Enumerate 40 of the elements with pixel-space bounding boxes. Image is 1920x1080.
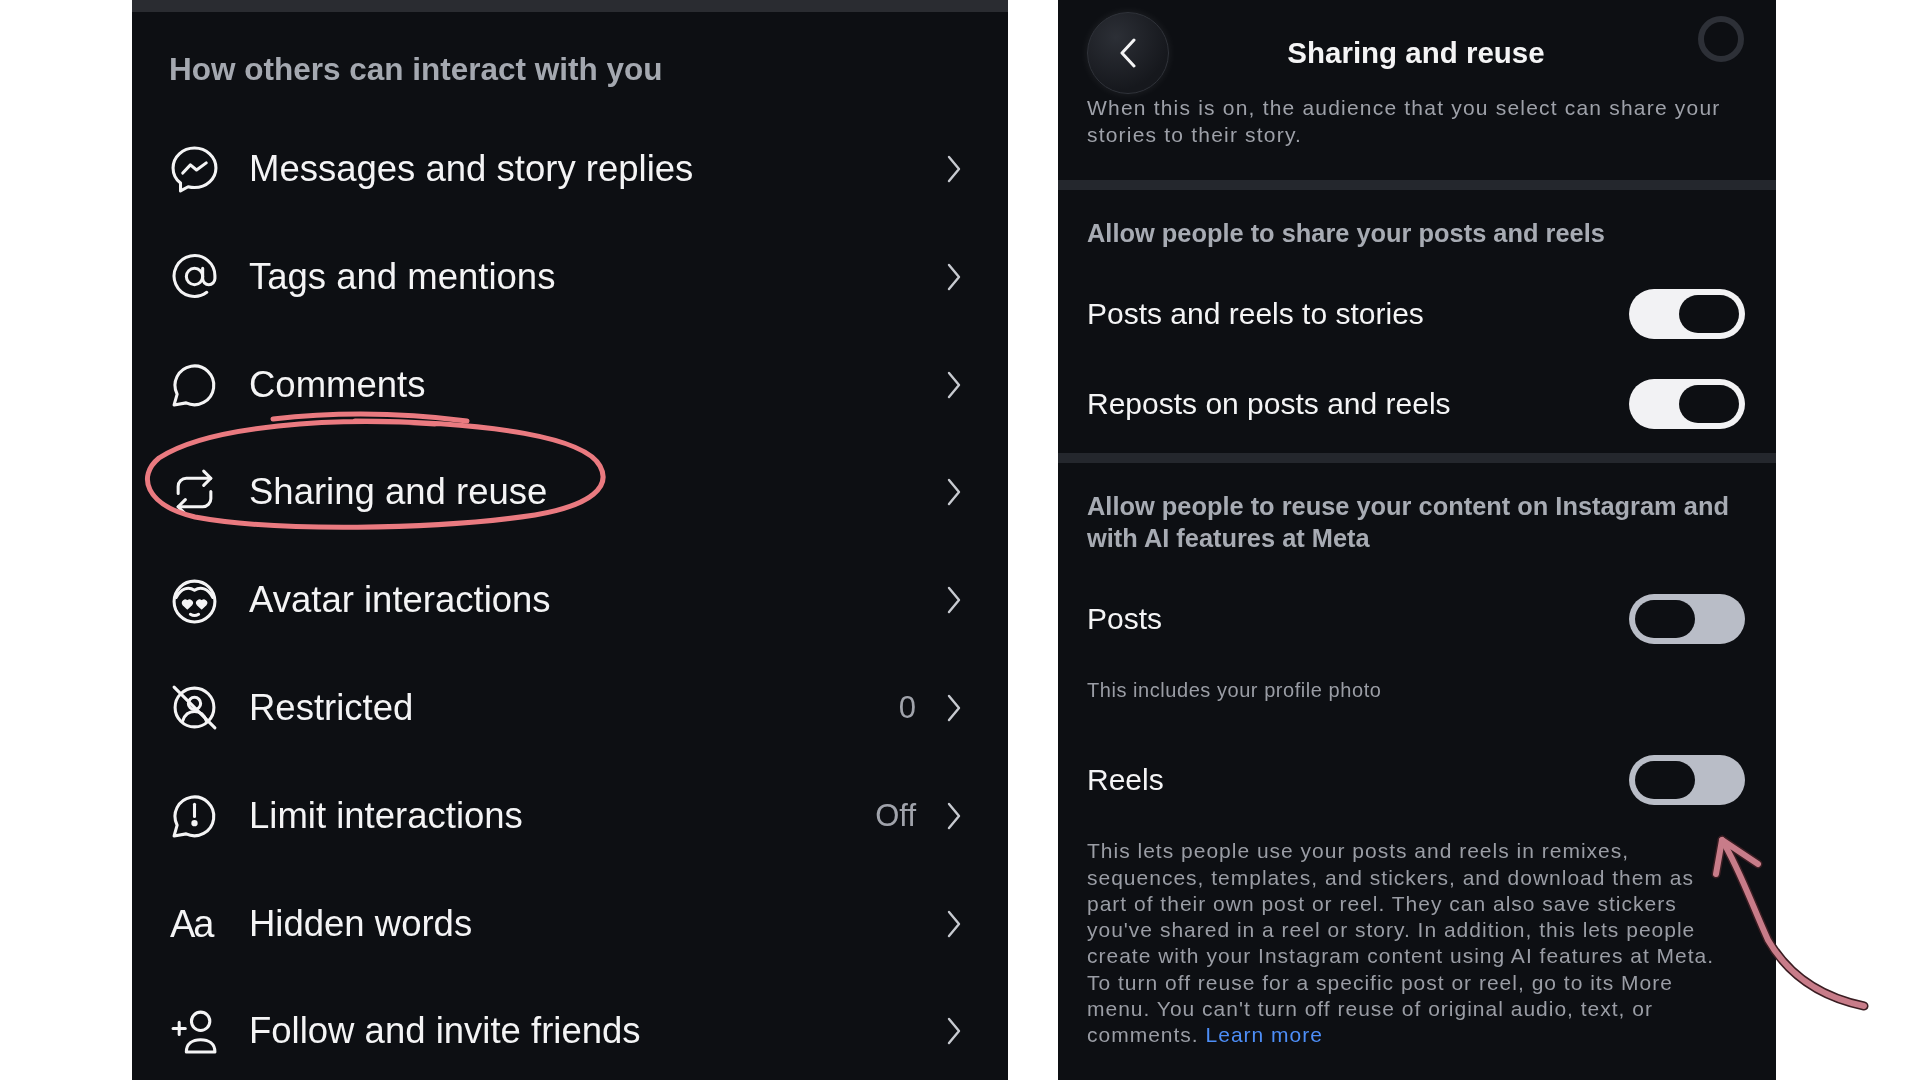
chevron-right-icon <box>946 262 962 291</box>
menu-row[interactable]: Messages and story replies <box>132 121 1008 217</box>
chat-bubble-bolt-icon <box>170 144 219 194</box>
toggle-label: Reels <box>1087 763 1164 798</box>
list-heading: How others can interact with you <box>169 50 664 88</box>
menu-row[interactable]: Tags and mentions <box>132 228 1008 325</box>
description-text: When this is on, the audience that you select can share your stories to their story. <box>1086 95 1722 148</box>
menu-row[interactable]: Sharing and reuse <box>132 444 1008 541</box>
toggle-switch[interactable] <box>1629 594 1745 644</box>
hint-text: This includes your profile photo <box>1087 678 1383 703</box>
learn-more-link[interactable]: Learn more <box>1205 1023 1323 1047</box>
chevron-right-icon <box>946 909 962 938</box>
text-glyph-icon: Aa <box>170 901 219 946</box>
row-value: 0 <box>898 690 916 726</box>
toggle-label: Posts and reels to stories <box>1087 297 1424 331</box>
screen-title: Sharing and reuse <box>1286 36 1546 70</box>
menu-row[interactable]: Limit interactions Off <box>132 767 1008 864</box>
menu-row[interactable]: Comments <box>132 336 1008 433</box>
chevron-right-icon <box>946 586 962 615</box>
section-heading: Allow people to reuse your content on Instagram and with AI features at Meta <box>1087 491 1730 554</box>
chevron-right-icon <box>946 1017 962 1046</box>
ring-icon <box>1697 15 1745 63</box>
chevron-right-icon <box>946 694 962 722</box>
menu-row[interactable]: Aa Hidden words <box>132 875 1008 972</box>
chevron-right-icon <box>946 478 962 507</box>
toggle-switch[interactable] <box>1629 755 1745 806</box>
toggle-switch[interactable] <box>1629 379 1745 429</box>
chevron-left-icon <box>1119 38 1137 68</box>
hint-text: This lets people use your posts and reels in remixes, sequences, templates, and stickers, and download them as part of their own post or reel. They can also save stickers you've shared in a reel or story. In addition, this lets people create with your Instagram content using AI features at Meta. To turn off reuse for a specific post or reel, go to its More menu. You can't turn off reuse of original audio, text, or comments. Learn more <box>1087 838 1716 1049</box>
menu-row[interactable]: Avatar interactions <box>132 552 1008 649</box>
chevron-right-icon <box>946 801 962 830</box>
chevron-right-icon <box>946 370 962 399</box>
toggle-label: Posts <box>1087 602 1163 636</box>
row-value: Off <box>875 797 916 834</box>
menu-row[interactable]: Restricted 0 <box>132 660 1008 756</box>
chevron-right-icon <box>946 155 962 183</box>
toggle-switch[interactable] <box>1629 289 1745 339</box>
section-heading: Allow people to share your posts and reels <box>1087 218 1606 249</box>
menu-row[interactable]: Follow and invite friends <box>132 983 1008 1080</box>
toggle-label: Reposts on posts and reels <box>1087 387 1451 421</box>
